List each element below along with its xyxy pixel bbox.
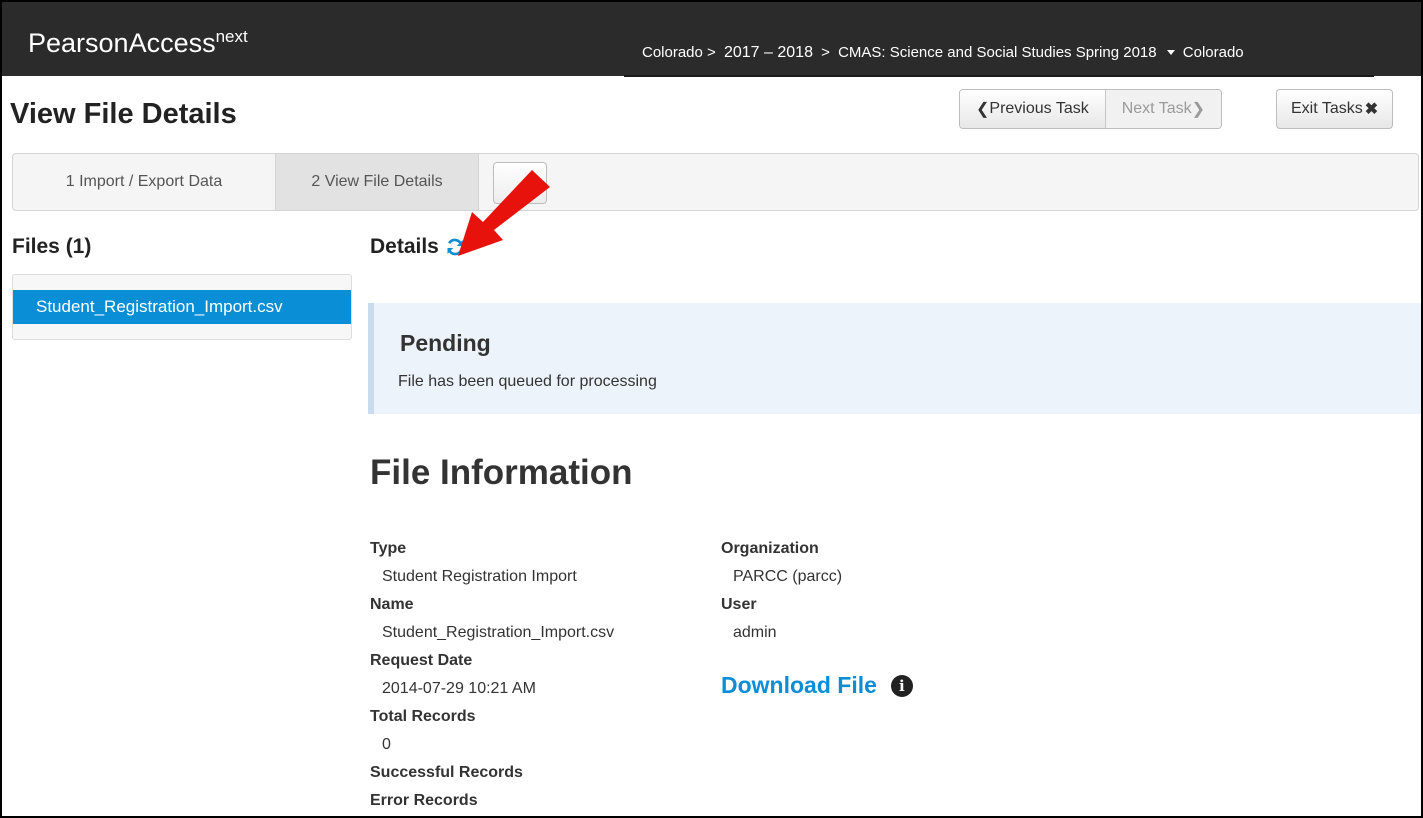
- app-frame: PearsonAccessnext Colorado > 2017 – 2018…: [0, 0, 1423, 818]
- type-value: Student Registration Import: [382, 568, 577, 585]
- breadcrumb-year[interactable]: 2017 – 2018: [724, 44, 813, 61]
- request-date-label: Request Date: [370, 652, 473, 669]
- chevron-right-icon: ❯: [1191, 101, 1206, 118]
- close-icon: ✖: [1364, 101, 1379, 118]
- brand-superscript: next: [215, 27, 248, 46]
- file-info-left-column: Type Student Registration Import Name St…: [370, 535, 614, 815]
- task-tabs: 1 Import / Export Data 2 View File Detai…: [12, 153, 1419, 211]
- name-label: Name: [370, 596, 414, 613]
- file-list-item[interactable]: Student_Registration_Import.csv: [13, 290, 351, 324]
- details-heading-label: Details: [370, 235, 439, 258]
- previous-task-label: Previous Task: [989, 100, 1089, 117]
- top-nav-bar: PearsonAccessnext Colorado > 2017 – 2018…: [2, 2, 1421, 77]
- brand-name: PearsonAccess: [28, 28, 216, 58]
- name-value: Student_Registration_Import.csv: [382, 624, 615, 641]
- exit-tasks-label: Exit Tasks: [1291, 100, 1363, 117]
- download-file-label: Download File: [721, 672, 877, 698]
- type-label: Type: [370, 540, 407, 557]
- files-heading: Files (1): [12, 235, 92, 258]
- task-navigation: ❮ Previous Task Next Task ❯: [959, 89, 1223, 129]
- download-file-link[interactable]: Download File i: [721, 672, 913, 699]
- total-records-label: Total Records: [370, 708, 476, 725]
- annotation-arrow-icon: [458, 170, 550, 256]
- brand-logo[interactable]: PearsonAccessnext: [28, 27, 248, 62]
- status-title: Pending: [400, 330, 491, 356]
- exit-tasks-button[interactable]: Exit Tasks ✖: [1276, 89, 1394, 129]
- error-records-label: Error Records: [370, 792, 478, 809]
- status-panel: Pending File has been queued for process…: [368, 303, 1421, 414]
- topbar-divider: [624, 75, 1374, 77]
- breadcrumb-separator: >: [821, 44, 830, 61]
- tab-import-export-data[interactable]: 1 Import / Export Data: [13, 154, 275, 210]
- page-title: View File Details: [10, 98, 237, 130]
- chevron-left-icon: ❮: [976, 101, 990, 118]
- previous-task-button[interactable]: ❮ Previous Task: [960, 90, 1105, 128]
- organization-value: PARCC (parcc): [733, 568, 843, 585]
- tab-view-file-details[interactable]: 2 View File Details: [275, 154, 479, 210]
- user-value: admin: [733, 624, 777, 641]
- successful-records-label: Successful Records: [370, 764, 523, 781]
- request-date-value: 2014-07-29 10:21 AM: [382, 680, 536, 697]
- file-info-right-column: Organization PARCC (parcc) User admin: [721, 535, 842, 647]
- status-message: File has been queued for processing: [398, 373, 657, 390]
- file-information-heading: File Information: [370, 453, 633, 492]
- next-task-label: Next Task: [1121, 100, 1192, 117]
- organization-label: Organization: [721, 540, 819, 557]
- total-records-value: 0: [382, 736, 391, 753]
- info-icon[interactable]: i: [890, 674, 913, 697]
- breadcrumb-state[interactable]: Colorado >: [642, 44, 716, 61]
- breadcrumb: Colorado > 2017 – 2018 > CMAS: Science a…: [642, 44, 1248, 62]
- breadcrumb-org[interactable]: Colorado: [1183, 44, 1244, 61]
- chevron-down-icon[interactable]: [1166, 49, 1175, 55]
- files-list: Student_Registration_Import.csv: [12, 274, 352, 340]
- breadcrumb-test[interactable]: CMAS: Science and Social Studies Spring …: [838, 44, 1157, 61]
- user-label: User: [721, 596, 757, 613]
- next-task-button[interactable]: Next Task ❯: [1104, 90, 1222, 128]
